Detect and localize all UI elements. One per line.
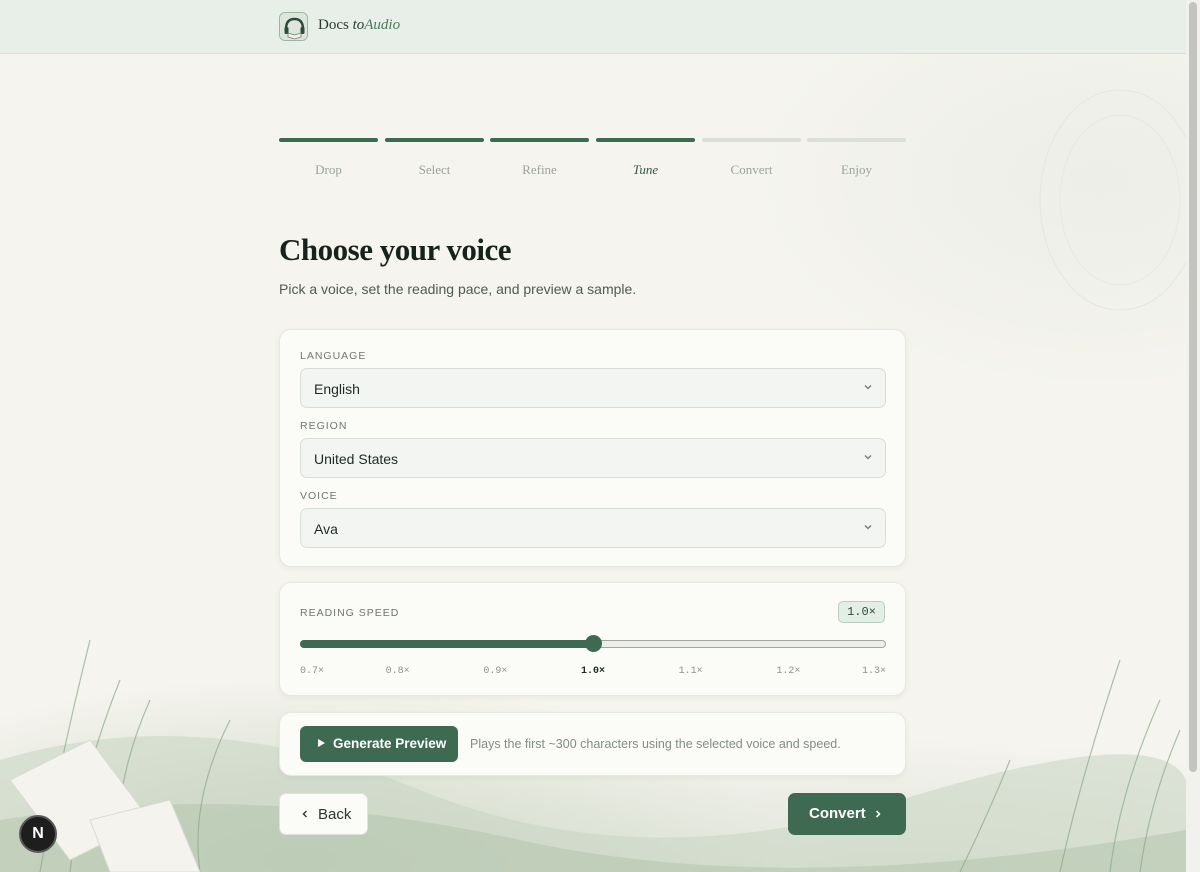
top-bar: Docs toAudio (0, 0, 1186, 54)
speed-tick: 0.8× (385, 666, 410, 677)
voice-select[interactable]: Ava (300, 508, 886, 548)
back-label: Back (318, 806, 352, 823)
language-select[interactable]: English (300, 368, 886, 408)
brand-audio: Audio (364, 17, 401, 33)
speed-tick: 1.2× (776, 666, 801, 677)
dev-tools-badge[interactable]: N (19, 815, 57, 853)
step-label: Convert (730, 162, 773, 177)
step-bar (385, 138, 484, 142)
chevron-down-icon (864, 525, 872, 530)
reading-speed-label: READING SPEED (300, 607, 400, 619)
step-drop: Drop (279, 136, 378, 180)
brand-to: to (352, 17, 365, 33)
step-bar (279, 138, 378, 142)
language-value: English (314, 381, 360, 397)
speed-tick: 0.7× (299, 666, 324, 677)
region-select[interactable]: United States (300, 438, 886, 478)
speed-tick: 1.0× (580, 666, 605, 677)
step-bar (490, 138, 589, 142)
step-bar (596, 138, 695, 142)
play-icon (318, 739, 325, 747)
chevron-left-icon (302, 810, 307, 818)
brand-name[interactable]: Docs toAudio (318, 17, 400, 34)
reading-speed-card: READING SPEED 1.0× 0.7× 0.8× 0.9× 1.0× 1… (279, 582, 906, 696)
speed-slider-thumb[interactable] (584, 635, 602, 652)
speed-value-badge: 1.0× (838, 601, 885, 623)
step-refine: Refine (490, 136, 589, 180)
chevron-down-icon (864, 455, 872, 460)
convert-button[interactable]: Convert (788, 793, 906, 835)
step-label: Drop (315, 162, 342, 177)
page-title: Choose your voice (279, 232, 512, 267)
speed-tick: 0.9× (483, 666, 508, 677)
step-bar (702, 138, 801, 142)
generate-preview-button[interactable]: Generate Preview (300, 726, 458, 762)
voice-label: VOICE (300, 490, 338, 502)
back-button[interactable]: Back (279, 793, 368, 835)
voice-settings-card: LANGUAGE English REGION United States VO… (279, 329, 906, 567)
region-value: United States (314, 451, 399, 467)
step-label: Select (418, 162, 451, 177)
step-label: Enjoy (840, 162, 873, 177)
step-tune: Tune (596, 136, 695, 180)
page-subtitle: Pick a voice, set the reading pace, and … (279, 281, 637, 297)
step-enjoy: Enjoy (807, 136, 906, 180)
speed-tick: 1.3× (861, 666, 886, 677)
step-convert: Convert (702, 136, 801, 180)
region-label: REGION (300, 420, 348, 432)
preview-note: Plays the first ~300 characters using th… (470, 737, 841, 751)
chevron-right-icon (875, 810, 881, 818)
step-label: Refine (522, 162, 557, 177)
headphones-book-icon[interactable] (279, 12, 308, 41)
step-label: Tune (632, 162, 659, 177)
chevron-down-icon (864, 385, 872, 390)
scrollbar-thumb[interactable] (1189, 2, 1197, 772)
step-select: Select (385, 136, 484, 180)
voice-value: Ava (314, 521, 338, 537)
convert-label: Convert (809, 805, 866, 822)
preview-card: Generate Preview Plays the first ~300 ch… (279, 712, 906, 776)
progress-steps: Drop Select Refine Tune Convert Enjoy (279, 136, 906, 180)
speed-slider-fill (300, 640, 593, 648)
brand-docs: Docs (318, 17, 349, 33)
step-bar (807, 138, 906, 142)
language-label: LANGUAGE (300, 350, 367, 362)
generate-preview-label: Generate Preview (333, 736, 447, 751)
speed-tick: 1.1× (678, 666, 703, 677)
